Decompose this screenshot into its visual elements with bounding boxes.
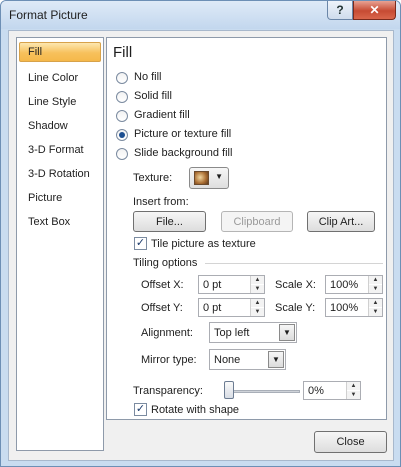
chevron-down-icon[interactable]: ▼	[268, 351, 284, 368]
sidebar-item-text-box[interactable]: Text Box	[19, 212, 101, 232]
texture-picker[interactable]: ▼	[189, 167, 229, 189]
tiling-options-separator	[205, 263, 383, 264]
close-window-button[interactable]: ✕	[353, 1, 396, 20]
mirror-type-value[interactable]: None	[214, 354, 240, 366]
file-button[interactable]: File...	[133, 211, 206, 232]
offset-y-spinner[interactable]: 0 pt ▲ ▼	[198, 298, 265, 317]
spin-up-icon[interactable]: ▲	[369, 299, 382, 307]
spin-up-icon[interactable]: ▲	[251, 276, 264, 284]
spin-down-icon[interactable]: ▼	[369, 285, 382, 293]
scale-y-spinner[interactable]: 100% ▲ ▼	[325, 298, 383, 317]
help-button[interactable]: ?	[327, 1, 353, 20]
dialog-body: Fill Line Color Line Style Shadow 3-D Fo…	[8, 30, 394, 461]
close-button[interactable]: Close	[314, 431, 387, 453]
transparency-slider-track[interactable]	[224, 390, 300, 393]
slide-background-fill-radio[interactable]	[116, 148, 128, 160]
mirror-type-dropdown[interactable]: None ▼	[209, 349, 286, 370]
gradient-fill-label[interactable]: Gradient fill	[134, 109, 190, 121]
no-fill-label[interactable]: No fill	[134, 71, 162, 83]
picture-texture-fill-label[interactable]: Picture or texture fill	[134, 128, 231, 140]
alignment-label: Alignment:	[141, 327, 193, 339]
offset-y-value[interactable]: 0 pt	[203, 302, 221, 314]
sidebar-item-line-color[interactable]: Line Color	[19, 68, 101, 88]
alignment-value[interactable]: Top left	[214, 327, 249, 339]
solid-fill-label[interactable]: Solid fill	[134, 90, 172, 102]
title-bar: Format Picture ? ✕	[1, 1, 400, 29]
offset-x-spinner[interactable]: 0 pt ▲ ▼	[198, 275, 265, 294]
spin-down-icon[interactable]: ▼	[251, 308, 264, 316]
no-fill-radio[interactable]	[116, 72, 128, 84]
spin-down-icon[interactable]: ▼	[251, 285, 264, 293]
tiling-options-label: Tiling options	[133, 257, 198, 269]
sidebar-item-shadow[interactable]: Shadow	[19, 116, 101, 136]
offset-y-arrows: ▲ ▼	[250, 299, 264, 316]
scale-x-value[interactable]: 100%	[330, 279, 358, 291]
scale-x-label: Scale X:	[275, 279, 316, 291]
spin-up-icon[interactable]: ▲	[347, 382, 360, 390]
transparency-arrows: ▲ ▼	[346, 382, 360, 399]
tile-picture-label[interactable]: Tile picture as texture	[151, 238, 256, 250]
scale-y-value[interactable]: 100%	[330, 302, 358, 314]
sidebar-item-3d-format[interactable]: 3-D Format	[19, 140, 101, 160]
clip-art-button[interactable]: Clip Art...	[307, 211, 375, 232]
scale-x-arrows: ▲ ▼	[368, 276, 382, 293]
format-picture-dialog: Format Picture ? ✕ Fill Line Color Line …	[0, 0, 401, 467]
chevron-down-icon[interactable]: ▼	[279, 324, 295, 341]
alignment-dropdown[interactable]: Top left ▼	[209, 322, 297, 343]
clipboard-button[interactable]: Clipboard	[221, 211, 293, 232]
tile-picture-checkbox[interactable]: ✓	[134, 237, 147, 250]
category-sidebar: Fill Line Color Line Style Shadow 3-D Fo…	[16, 37, 104, 451]
sidebar-item-line-style[interactable]: Line Style	[19, 92, 101, 112]
rotate-with-shape-label[interactable]: Rotate with shape	[151, 404, 239, 416]
panel-heading: Fill	[113, 44, 133, 61]
picture-texture-fill-radio[interactable]	[116, 129, 128, 141]
scale-x-spinner[interactable]: 100% ▲ ▼	[325, 275, 383, 294]
sidebar-item-picture[interactable]: Picture	[19, 188, 101, 208]
scale-y-label: Scale Y:	[275, 302, 316, 314]
spin-down-icon[interactable]: ▼	[347, 391, 360, 399]
mirror-type-label: Mirror type:	[141, 354, 197, 366]
spin-down-icon[interactable]: ▼	[369, 308, 382, 316]
transparency-spinner[interactable]: 0% ▲ ▼	[303, 381, 361, 400]
sidebar-item-fill[interactable]: Fill	[19, 42, 101, 62]
scale-y-arrows: ▲ ▼	[368, 299, 382, 316]
offset-x-label: Offset X:	[141, 279, 184, 291]
texture-swatch	[194, 171, 209, 185]
offset-x-value[interactable]: 0 pt	[203, 279, 221, 291]
gradient-fill-radio[interactable]	[116, 110, 128, 122]
offset-x-arrows: ▲ ▼	[250, 276, 264, 293]
spin-up-icon[interactable]: ▲	[369, 276, 382, 284]
spin-up-icon[interactable]: ▲	[251, 299, 264, 307]
rotate-with-shape-checkbox[interactable]: ✓	[134, 403, 147, 416]
insert-from-label: Insert from:	[133, 196, 189, 208]
slide-background-fill-label[interactable]: Slide background fill	[134, 147, 232, 159]
texture-label: Texture:	[133, 172, 173, 184]
chevron-down-icon: ▼	[215, 172, 223, 181]
fill-panel: Fill No fill Solid fill Gradient fill Pi…	[106, 37, 387, 420]
sidebar-item-3d-rotation[interactable]: 3-D Rotation	[19, 164, 101, 184]
solid-fill-radio[interactable]	[116, 91, 128, 103]
transparency-slider-thumb[interactable]	[224, 381, 234, 399]
transparency-label: Transparency:	[133, 385, 203, 397]
offset-y-label: Offset Y:	[141, 302, 183, 314]
dialog-title: Format Picture	[9, 8, 88, 22]
transparency-value[interactable]: 0%	[308, 385, 324, 397]
